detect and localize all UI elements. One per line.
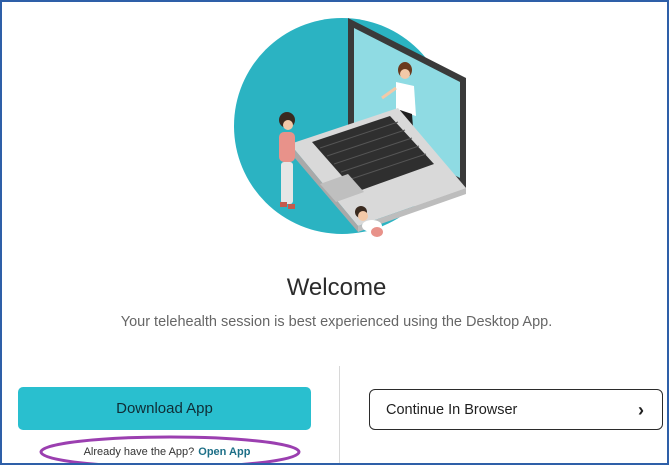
- continue-in-browser-button[interactable]: Continue In Browser ›: [369, 389, 663, 430]
- download-app-button[interactable]: Download App: [18, 387, 311, 430]
- open-app-link[interactable]: Open App: [198, 446, 250, 458]
- already-have-app-text: Already have the App?: [83, 446, 195, 458]
- already-have-app-row: Already have the App? Open App: [38, 436, 296, 463]
- welcome-subtitle: Your telehealth session is best experien…: [120, 314, 553, 330]
- welcome-title: Welcome: [286, 274, 387, 301]
- telehealth-illustration: [234, 18, 466, 237]
- welcome-panel: Welcome Your telehealth session is best …: [0, 0, 669, 465]
- continue-in-browser-label: Continue In Browser: [386, 401, 518, 418]
- vertical-divider: [339, 366, 340, 463]
- chevron-right-icon: ›: [638, 399, 644, 420]
